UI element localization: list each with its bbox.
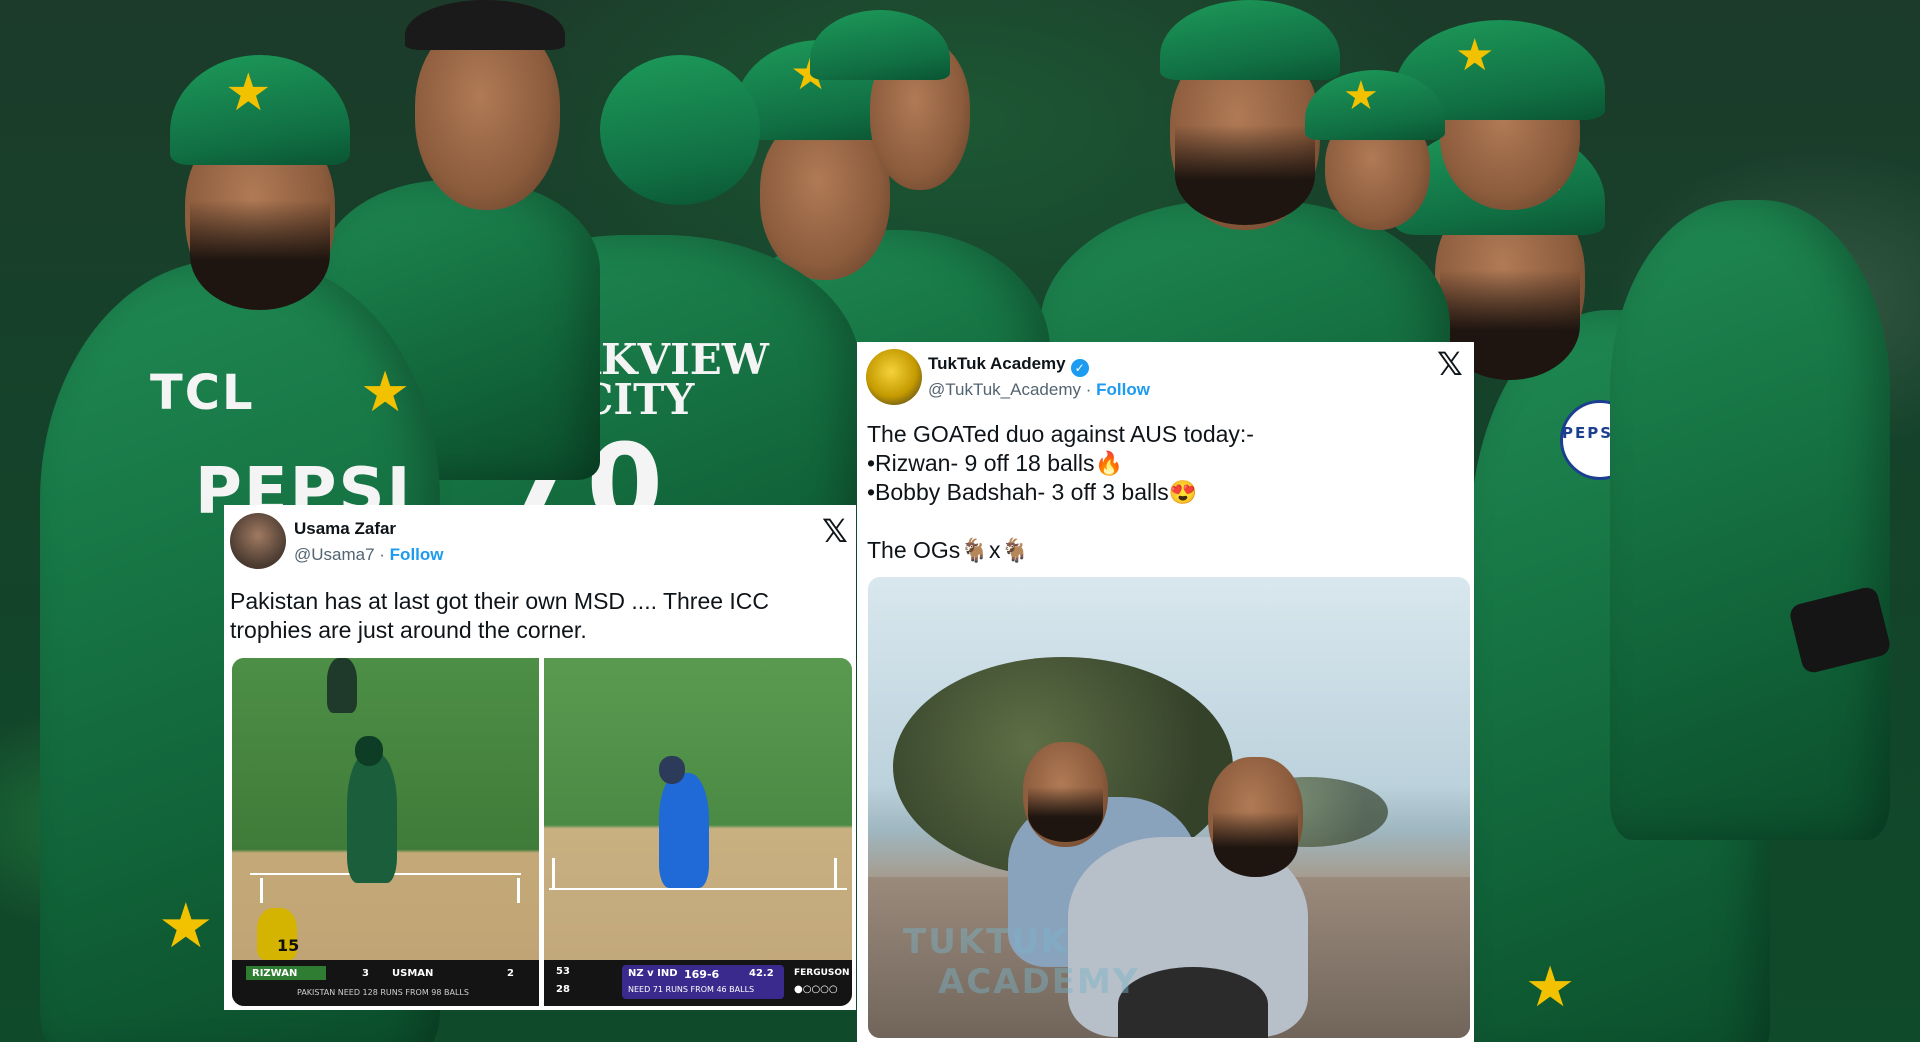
- tweet-media-usama[interactable]: 15 RIZWAN 3 USMAN 2 PAKISTAN NEED 128 RU…: [232, 658, 852, 1006]
- author-name-text[interactable]: TukTuk Academy: [928, 354, 1066, 373]
- batter-a-runs: 53: [556, 966, 570, 977]
- x-logo-icon[interactable]: 𝕏: [822, 515, 848, 547]
- video-frame-pakistan: 15 RIZWAN 3 USMAN 2 PAKISTAN NEED 128 RU…: [232, 658, 539, 1006]
- author-handle[interactable]: @TukTuk_Academy: [928, 380, 1081, 399]
- batter1-score: 3: [362, 968, 369, 979]
- match-overs: 42.2: [749, 968, 774, 979]
- batter2-score: 2: [507, 968, 514, 979]
- verified-badge-icon: ✓: [1070, 359, 1089, 377]
- tweet-media-tuktuk[interactable]: TUKTUK ACADEMY: [868, 577, 1470, 1038]
- watermark-line1: TUKTUK: [903, 922, 1070, 962]
- author-handle[interactable]: @Usama7: [294, 545, 375, 564]
- author-handle-row: @TukTuk_Academy · Follow: [928, 380, 1150, 400]
- video-frame-india: 53 28 NZ v IND 169-6 42.2 NEED 71 RUNS F…: [544, 658, 852, 1006]
- batter-b-runs: 28: [556, 984, 570, 995]
- jersey-sponsor-tcl: TCL: [150, 365, 255, 421]
- avatar[interactable]: [230, 513, 286, 569]
- scoreboard-pakistan: RIZWAN 3 USMAN 2 PAKISTAN NEED 128 RUNS …: [232, 960, 539, 1006]
- motorbike-image: [1118, 967, 1268, 1038]
- match-score: 169-6: [684, 968, 720, 981]
- match-teams: NZ v IND: [628, 968, 678, 979]
- target-text: PAKISTAN NEED 128 RUNS FROM 98 BALLS: [297, 988, 469, 997]
- batter2-name: USMAN: [392, 968, 434, 979]
- batter1-name: RIZWAN: [252, 968, 298, 979]
- author-handle-row: @Usama7 · Follow: [294, 545, 444, 565]
- follow-button[interactable]: Follow: [390, 545, 444, 564]
- x-logo-icon[interactable]: 𝕏: [1437, 348, 1463, 380]
- scoreboard-india: 53 28 NZ v IND 169-6 42.2 NEED 71 RUNS F…: [544, 960, 852, 1006]
- bowler-name: FERGUSON: [794, 968, 850, 978]
- player-number: 15: [277, 936, 300, 955]
- ball-tracker-icon: ●○○○○: [794, 984, 838, 995]
- follow-button[interactable]: Follow: [1096, 380, 1150, 399]
- target-text: NEED 71 RUNS FROM 46 BALLS: [628, 985, 755, 994]
- author-name[interactable]: TukTuk Academy ✓: [928, 354, 1089, 377]
- tweet-text: The GOATed duo against AUS today:- •Rizw…: [867, 421, 1254, 563]
- avatar[interactable]: [866, 349, 922, 405]
- watermark-line2: ACADEMY: [938, 962, 1140, 1002]
- separator: ·: [374, 545, 390, 564]
- separator: ·: [1081, 380, 1097, 399]
- tweet-text: Pakistan has at last got their own MSD .…: [230, 588, 770, 643]
- author-name[interactable]: Usama Zafar: [294, 519, 396, 539]
